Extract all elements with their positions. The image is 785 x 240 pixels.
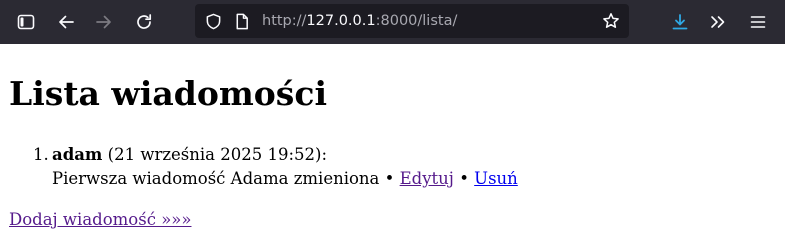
back-button[interactable]: [52, 8, 80, 36]
sidebar-toggle-button[interactable]: [12, 8, 40, 36]
reload-icon: [137, 14, 152, 29]
reload-button[interactable]: [130, 8, 158, 36]
message-text: Pierwsza wiadomość Adama zmieniona: [52, 169, 380, 188]
add-message-link[interactable]: Dodaj wiadomość »»»: [9, 208, 191, 232]
edit-link[interactable]: Edytuj: [400, 169, 454, 188]
main-menu-button[interactable]: [744, 8, 772, 36]
message-author: adam: [52, 145, 103, 164]
delete-link[interactable]: Usuń: [474, 169, 518, 188]
back-icon: [59, 15, 74, 29]
url-scheme: http://: [262, 13, 307, 29]
sidebar-icon: [17, 14, 35, 30]
page-icon[interactable]: [233, 12, 251, 30]
browser-toolbar: http://127.0.0.1:8000/lista/: [0, 0, 785, 44]
overflow-menu-button[interactable]: [704, 8, 732, 36]
downloads-button[interactable]: [666, 8, 694, 36]
message-line: Pierwsza wiadomość Adama zmieniona • Edy…: [52, 167, 518, 191]
address-bar[interactable]: http://127.0.0.1:8000/lista/: [195, 4, 629, 38]
url-text[interactable]: http://127.0.0.1:8000/lista/: [262, 12, 457, 30]
url-host: 127.0.0.1: [306, 13, 376, 29]
page-title: Lista wiadomości: [9, 74, 327, 113]
list-item-number: 1.: [33, 145, 49, 164]
bookmark-star-icon[interactable]: [602, 12, 620, 30]
forward-button[interactable]: [90, 8, 118, 36]
overflow-chevrons-icon: [711, 16, 725, 28]
shield-icon[interactable]: [204, 12, 222, 30]
download-icon: [672, 14, 688, 30]
forward-icon: [96, 15, 111, 29]
menu-icon: [750, 16, 766, 28]
url-path: :8000/lista/: [375, 13, 458, 29]
message-header: adam (21 września 2025 19:52):: [52, 143, 327, 167]
separator: •: [384, 169, 395, 188]
page-content: Lista wiadomości 1. adam (21 września 20…: [0, 44, 785, 240]
message-date: (21 września 2025 19:52):: [107, 145, 328, 164]
separator: •: [459, 169, 469, 188]
